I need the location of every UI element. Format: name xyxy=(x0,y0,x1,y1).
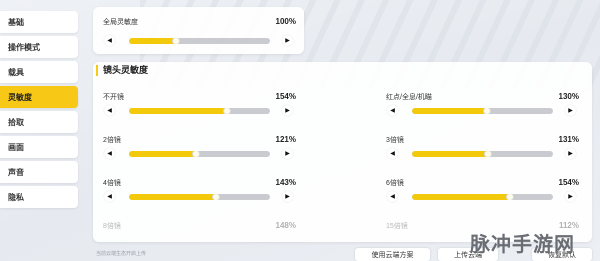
slider-knob[interactable] xyxy=(192,151,200,157)
increase-arrow-icon[interactable]: ▶ xyxy=(565,191,576,202)
slider-fill xyxy=(129,108,227,114)
watermark: 脉冲手游网 xyxy=(470,234,575,256)
increase-arrow-icon[interactable]: ▶ xyxy=(282,105,293,116)
global-sensitivity-label: 全局灵敏度 xyxy=(103,19,138,26)
scope-row-2x: 2倍镜 121% ◀ ▶ xyxy=(93,135,304,165)
scope-label: 红点/全息/机瞄 xyxy=(386,94,432,101)
scope-value: 130% xyxy=(558,92,579,101)
scope-label: 2倍镜 xyxy=(103,137,121,144)
slider-knob[interactable] xyxy=(172,38,180,44)
decrease-arrow-icon[interactable]: ◀ xyxy=(104,35,115,46)
global-sensitivity-slider[interactable] xyxy=(129,38,270,44)
slider-knob[interactable] xyxy=(483,108,491,114)
increase-arrow-icon[interactable]: ▶ xyxy=(282,191,293,202)
decrease-arrow-icon[interactable]: ◀ xyxy=(104,191,115,202)
sidebar-item-label: 拾取 xyxy=(8,117,24,127)
sidebar-item-label: 声音 xyxy=(8,167,24,177)
slider-knob[interactable] xyxy=(506,194,514,200)
sidebar-item-control-mode[interactable]: 操作模式 xyxy=(0,36,78,58)
scope-value: 131% xyxy=(558,135,579,144)
increase-arrow-icon[interactable]: ▶ xyxy=(282,35,293,46)
slider-fill xyxy=(412,151,488,157)
scope-slider[interactable] xyxy=(412,194,553,200)
scope-slider[interactable] xyxy=(129,151,270,157)
decrease-arrow-icon[interactable]: ◀ xyxy=(104,148,115,159)
sidebar-item-privacy[interactable]: 隐私 xyxy=(0,186,78,208)
decrease-arrow-icon[interactable]: ◀ xyxy=(387,191,398,202)
global-sensitivity-value: 100% xyxy=(275,17,296,26)
scope-slider[interactable] xyxy=(129,194,270,200)
slider-knob[interactable] xyxy=(484,151,492,157)
sidebar-item-audio[interactable]: 声音 xyxy=(0,161,78,183)
slider-knob[interactable] xyxy=(223,108,231,114)
scope-label: 3倍镜 xyxy=(386,137,404,144)
scope-label: 8倍镜 xyxy=(103,223,121,230)
section-title: 镜头灵敏度 xyxy=(96,65,148,76)
sidebar-item-label: 灵敏度 xyxy=(8,92,32,102)
decrease-arrow-icon[interactable]: ◀ xyxy=(387,105,398,116)
scope-slider[interactable] xyxy=(412,151,553,157)
scope-value: 121% xyxy=(275,135,296,144)
sidebar-item-label: 隐私 xyxy=(8,192,24,202)
scope-value: 154% xyxy=(558,178,579,187)
sidebar-item-graphics[interactable]: 画面 xyxy=(0,136,78,158)
scope-value: 154% xyxy=(275,92,296,101)
scope-row-8x: 8倍镜 148% xyxy=(93,221,304,241)
decrease-arrow-icon[interactable]: ◀ xyxy=(104,105,115,116)
sidebar-item-label: 基础 xyxy=(8,17,24,27)
slider-fill xyxy=(129,151,196,157)
decrease-arrow-icon[interactable]: ◀ xyxy=(387,148,398,159)
scope-slider[interactable] xyxy=(412,108,553,114)
slider-fill xyxy=(129,38,176,44)
slider-fill xyxy=(412,108,487,114)
settings-sidebar: 基础 操作模式 载具 灵敏度 拾取 画面 声音 隐私 xyxy=(0,0,79,261)
slider-fill xyxy=(129,194,216,200)
sidebar-item-label: 画面 xyxy=(8,142,24,152)
scope-value: 148% xyxy=(275,221,296,230)
slider-fill xyxy=(412,194,510,200)
scope-row-red-dot: 红点/全息/机瞄 130% ◀ ▶ xyxy=(376,92,587,122)
scope-row-3x: 3倍镜 131% ◀ ▶ xyxy=(376,135,587,165)
scope-row-4x: 4倍镜 143% ◀ ▶ xyxy=(93,178,304,208)
scope-row-no-scope: 不开镜 154% ◀ ▶ xyxy=(93,92,304,122)
use-cloud-plan-button[interactable]: 使用云端方案 xyxy=(355,248,430,261)
global-sensitivity-row: 全局灵敏度 100% ◀ ▶ xyxy=(93,17,304,47)
footer-hint: 当前云端生态开启上传 xyxy=(96,251,147,257)
scope-row-6x: 6倍镜 154% ◀ ▶ xyxy=(376,178,587,208)
scope-label: 不开镜 xyxy=(103,94,124,101)
scope-slider[interactable] xyxy=(129,108,270,114)
sidebar-item-pickup[interactable]: 拾取 xyxy=(0,111,78,133)
increase-arrow-icon[interactable]: ▶ xyxy=(565,105,576,116)
sidebar-item-sensitivity[interactable]: 灵敏度 xyxy=(0,86,78,108)
scope-label: 15倍镜 xyxy=(386,223,408,230)
sidebar-item-basic[interactable]: 基础 xyxy=(0,11,78,33)
slider-knob[interactable] xyxy=(212,194,220,200)
increase-arrow-icon[interactable]: ▶ xyxy=(282,148,293,159)
sidebar-item-vehicle[interactable]: 载具 xyxy=(0,61,78,83)
sidebar-item-label: 载具 xyxy=(8,67,24,77)
scope-value: 143% xyxy=(275,178,296,187)
scope-label: 4倍镜 xyxy=(103,180,121,187)
sidebar-item-label: 操作模式 xyxy=(8,42,40,52)
increase-arrow-icon[interactable]: ▶ xyxy=(565,148,576,159)
scope-label: 6倍镜 xyxy=(386,180,404,187)
